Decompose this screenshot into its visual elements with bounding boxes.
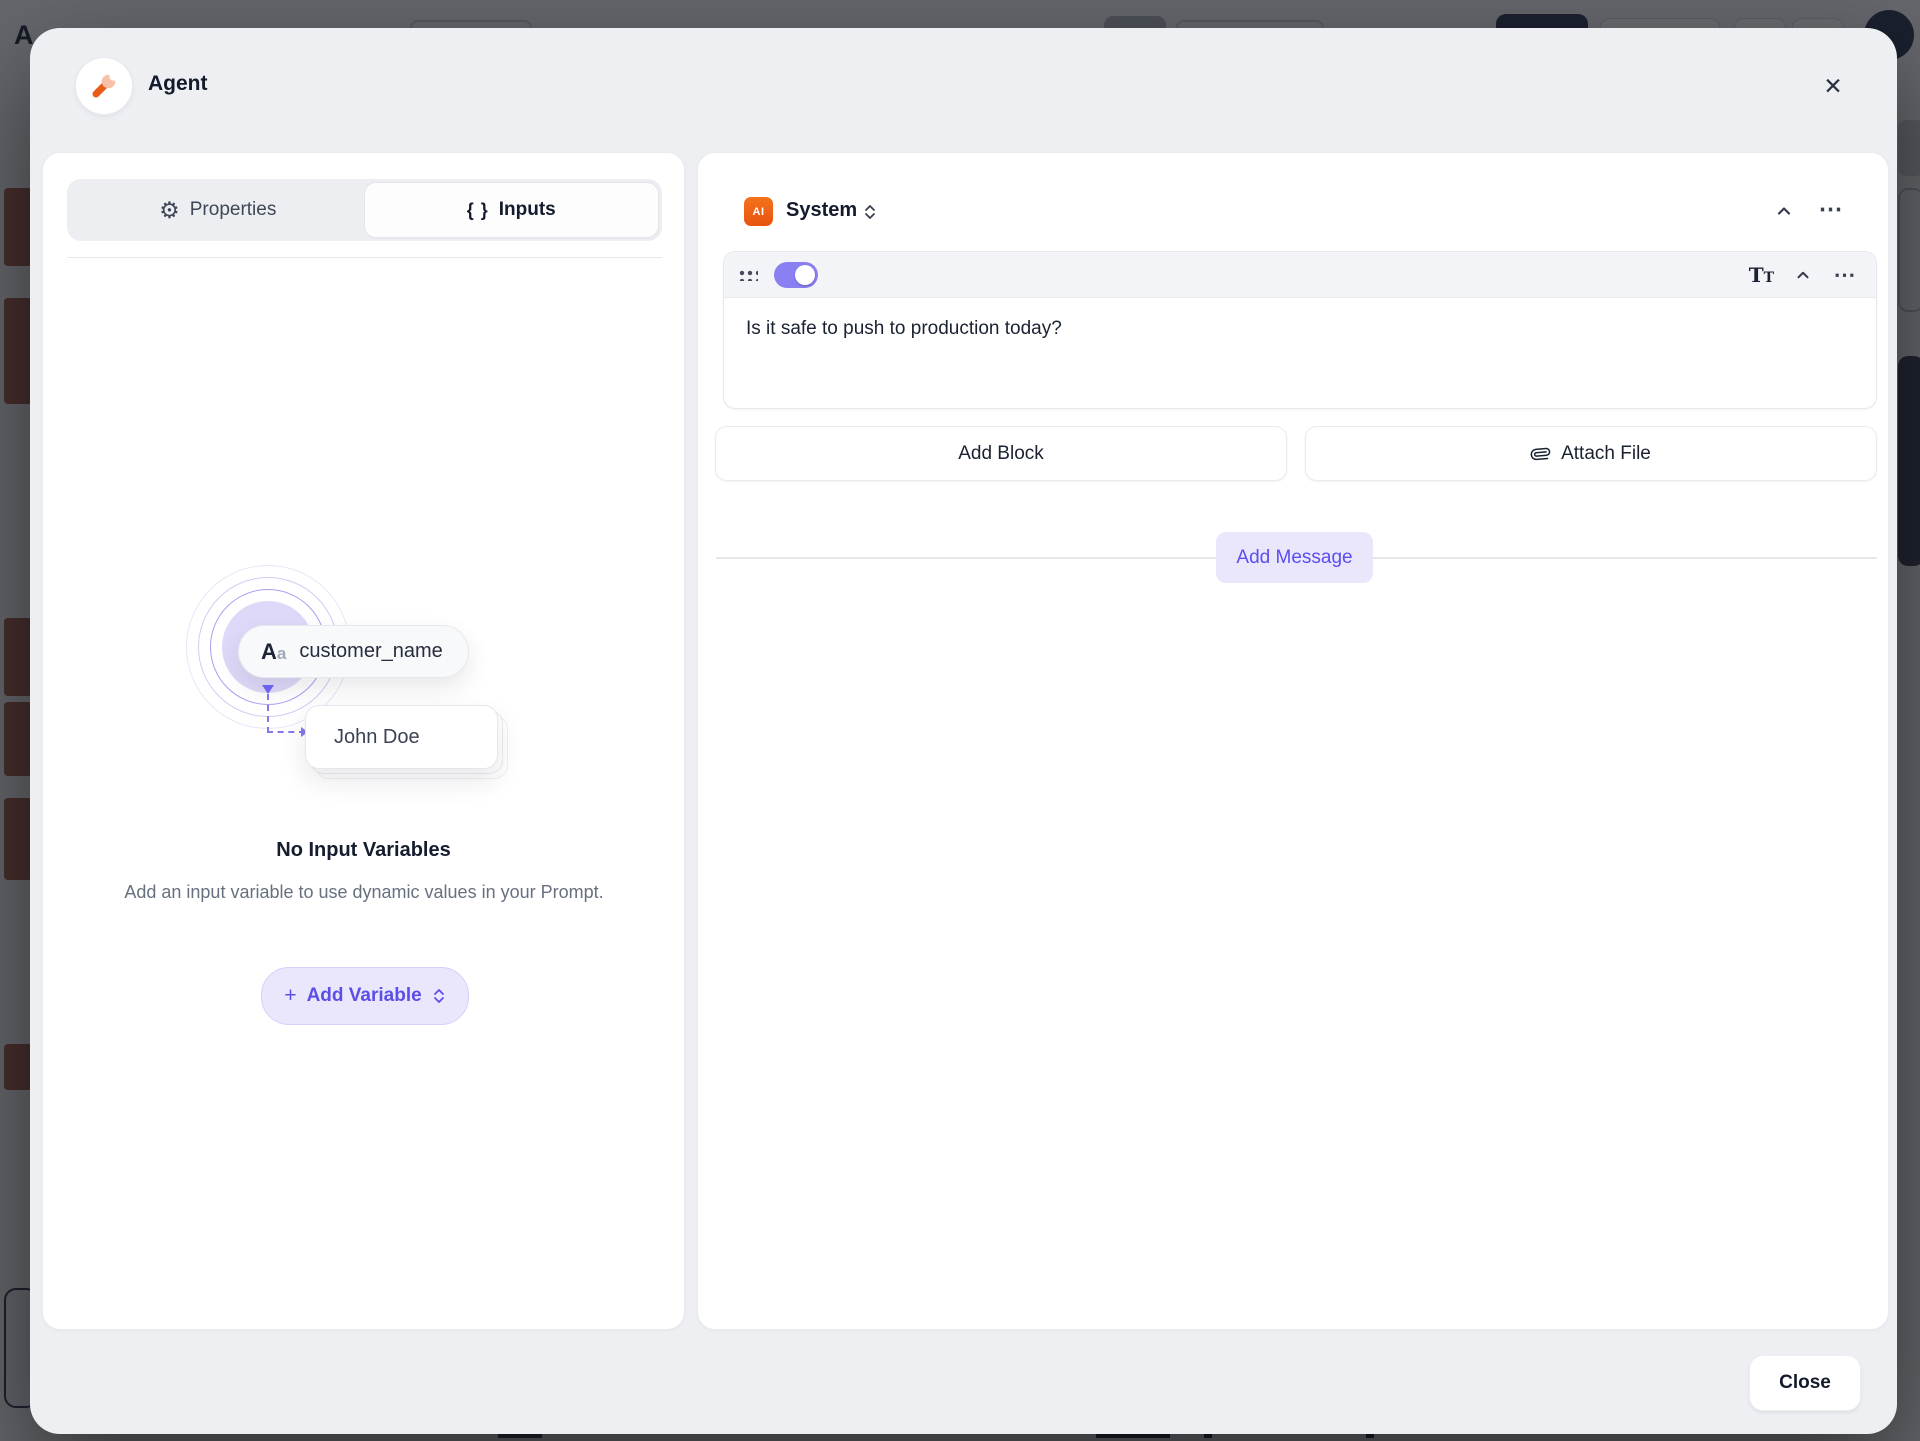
empty-state-title: No Input Variables xyxy=(43,839,684,862)
tab-properties-label: Properties xyxy=(190,199,277,221)
add-block-button[interactable]: Add Block xyxy=(715,426,1287,481)
attach-file-button[interactable]: Attach File xyxy=(1305,426,1877,481)
attach-file-label: Attach File xyxy=(1561,443,1651,465)
value-card: John Doe xyxy=(305,705,498,769)
message-menu-button[interactable]: ⋯ xyxy=(1815,193,1847,225)
add-message-button[interactable]: Add Message xyxy=(1216,532,1373,583)
add-variable-button[interactable]: + Add Variable xyxy=(261,967,469,1025)
prompt-panel: AI System ⋯ T xyxy=(697,152,1889,1330)
wrench-icon xyxy=(88,70,120,102)
panel-tabs: ⚙ Properties { } Inputs xyxy=(67,179,662,241)
text-format-button[interactable]: T T xyxy=(1749,263,1774,287)
agent-badge xyxy=(76,58,132,114)
ai-chip-icon: AI xyxy=(744,197,773,226)
prompt-text-editor[interactable]: Is it safe to push to production today? xyxy=(724,298,1876,408)
tab-inputs[interactable]: { } Inputs xyxy=(365,183,659,237)
dialog-title: Agent xyxy=(148,72,208,96)
panel-divider xyxy=(67,257,662,258)
drag-handle-icon[interactable] xyxy=(738,269,758,281)
connector-line xyxy=(267,731,305,733)
selector-icon xyxy=(432,988,446,1004)
chevron-up-icon xyxy=(1774,201,1794,221)
agent-dialog: Agent ✕ ⚙ Properties { } Inputs xyxy=(30,28,1897,1434)
add-variable-label: Add Variable xyxy=(307,985,422,1007)
braces-icon: { } xyxy=(467,200,489,221)
connector-line xyxy=(267,694,269,733)
variable-pill: A a customer_name xyxy=(238,625,469,678)
tab-inputs-label: Inputs xyxy=(499,199,556,221)
add-block-label: Add Block xyxy=(958,443,1044,465)
plus-icon: + xyxy=(284,984,296,1008)
close-icon[interactable]: ✕ xyxy=(1811,64,1855,108)
screen: A Agent ✕ xyxy=(0,0,1920,1441)
role-selector-icon[interactable] xyxy=(862,203,878,221)
gear-icon: ⚙ xyxy=(159,199,180,222)
paperclip-icon xyxy=(1527,439,1555,467)
variable-pill-label: customer_name xyxy=(299,640,442,663)
tab-properties[interactable]: ⚙ Properties xyxy=(71,183,365,237)
inputs-panel: ⚙ Properties { } Inputs A a customer_na xyxy=(42,152,685,1330)
prompt-block-header: T T ⋯ xyxy=(724,252,1876,298)
block-enabled-toggle[interactable] xyxy=(774,262,818,288)
text-type-icon: A a xyxy=(261,639,286,665)
message-collapse-button[interactable] xyxy=(1768,195,1800,227)
chevron-up-icon xyxy=(1794,266,1812,284)
block-collapse-button[interactable] xyxy=(1790,262,1816,288)
empty-state-description: Add an input variable to use dynamic val… xyxy=(94,879,634,906)
message-role-label: System xyxy=(786,199,857,222)
connector-arrow-down-icon xyxy=(262,685,274,694)
close-button[interactable]: Close xyxy=(1750,1356,1860,1410)
prompt-block: T T ⋯ Is it safe to push to production t… xyxy=(723,251,1877,409)
block-menu-button[interactable]: ⋯ xyxy=(1832,262,1858,288)
